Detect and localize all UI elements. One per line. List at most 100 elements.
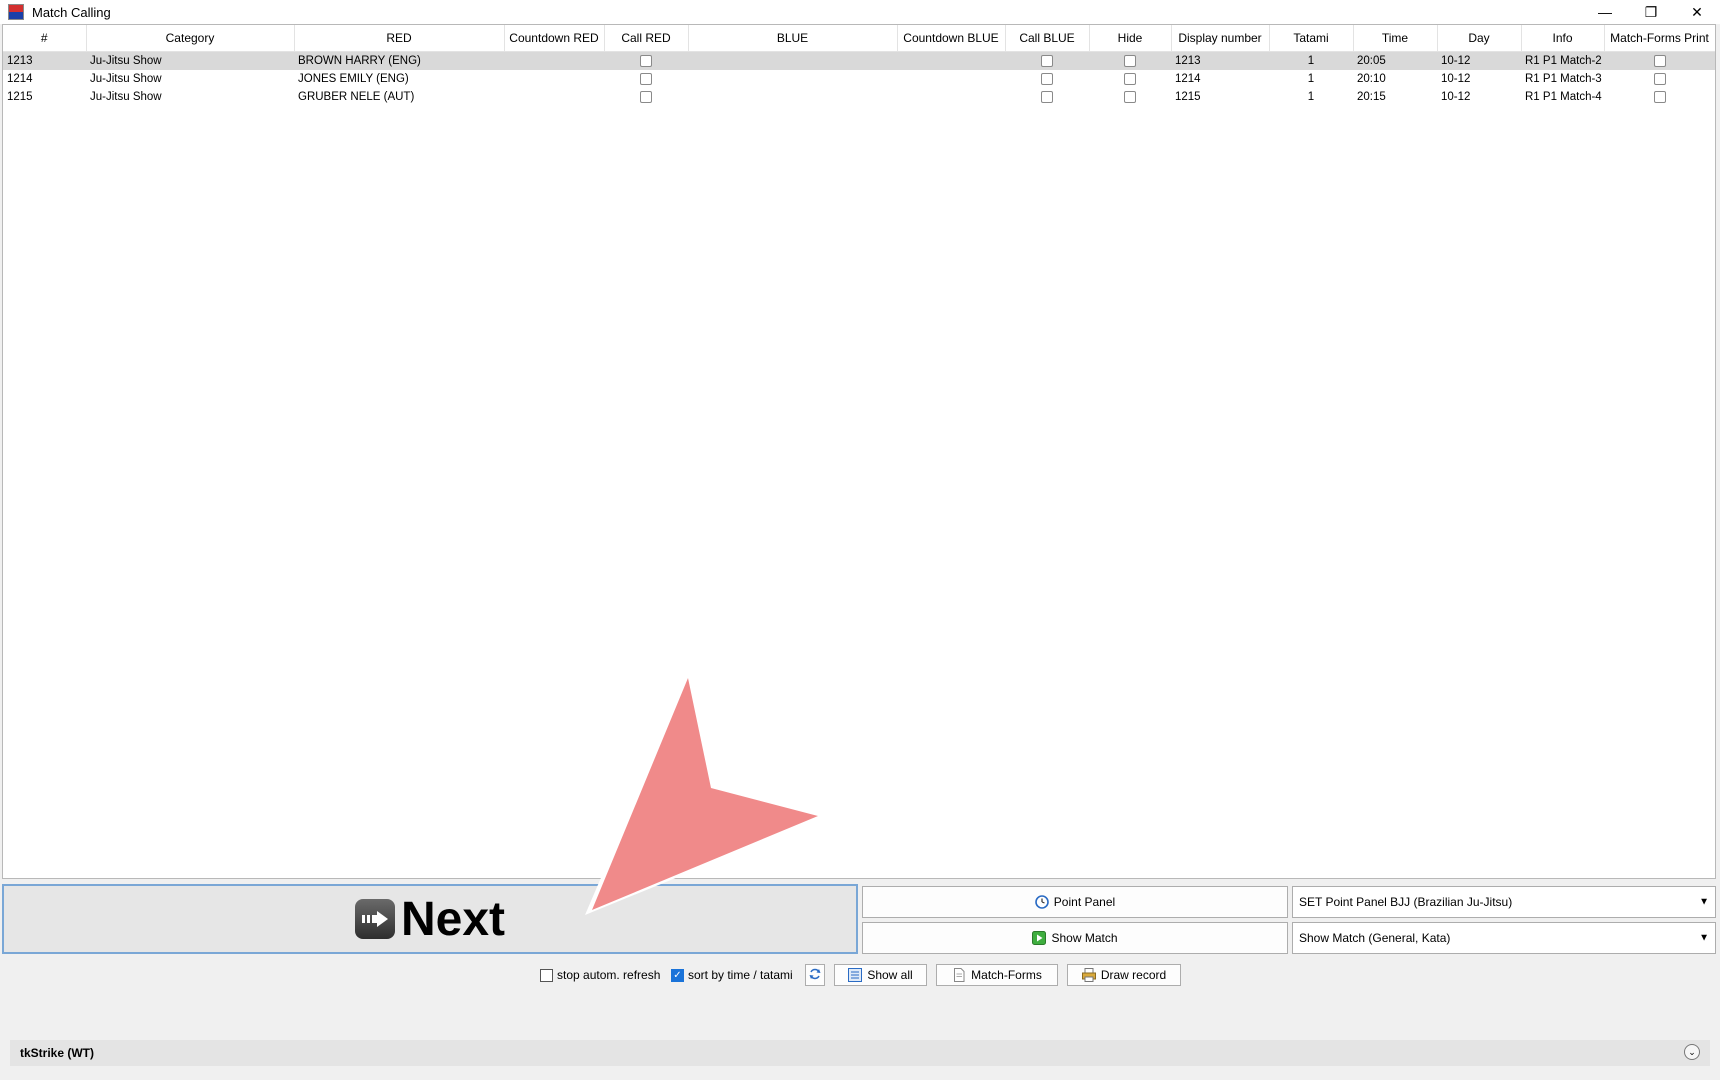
chevron-down-icon: ▼ bbox=[1699, 896, 1709, 908]
call-red-checkbox[interactable] bbox=[640, 72, 652, 85]
stop-refresh-label: stop autom. refresh bbox=[557, 968, 661, 982]
column-header-time[interactable]: Time bbox=[1353, 25, 1438, 52]
call-red-checkbox[interactable] bbox=[640, 90, 652, 103]
table-row[interactable]: 1214 Ju-Jitsu Show JONES EMILY (ENG) 121… bbox=[3, 70, 1715, 88]
match-forms-print-checkbox[interactable] bbox=[1653, 54, 1666, 67]
column-header-number[interactable]: # bbox=[3, 25, 87, 52]
cell-blue bbox=[688, 51, 897, 70]
show-match-button[interactable]: Show Match bbox=[862, 922, 1288, 954]
table-header-row: # Category RED Countdown RED Call RED BL… bbox=[3, 25, 1715, 52]
cell-display-number: 1214 bbox=[1175, 73, 1201, 85]
cell-countdown-red bbox=[504, 51, 604, 70]
column-header-day[interactable]: Day bbox=[1437, 25, 1522, 52]
refresh-icon bbox=[808, 967, 822, 984]
printer-icon bbox=[1081, 968, 1096, 982]
cell-countdown-blue bbox=[897, 88, 1005, 106]
chevron-double-down-icon[interactable]: ⌄ bbox=[1684, 1044, 1700, 1060]
cell-call-red bbox=[604, 51, 688, 70]
sort-option[interactable]: ✓ sort by time / tatami bbox=[671, 964, 793, 986]
cell-call-blue bbox=[1005, 70, 1089, 88]
column-header-info[interactable]: Info bbox=[1521, 25, 1605, 52]
app-icon bbox=[8, 4, 24, 20]
show-all-button[interactable]: Show all bbox=[834, 964, 927, 986]
show-all-label: Show all bbox=[867, 968, 913, 982]
column-header-countdown-red[interactable]: Countdown RED bbox=[504, 25, 605, 52]
match-forms-button[interactable]: Match-Forms bbox=[936, 964, 1058, 986]
point-panel-select[interactable]: SET Point Panel BJJ (Brazilian Ju-Jitsu)… bbox=[1292, 886, 1716, 918]
call-red-checkbox[interactable] bbox=[640, 54, 652, 67]
match-table-container[interactable]: # Category RED Countdown RED Call RED BL… bbox=[2, 24, 1716, 879]
point-panel-select-value: SET Point Panel BJJ (Brazilian Ju-Jitsu) bbox=[1299, 895, 1513, 909]
cell-blue bbox=[688, 88, 897, 106]
hide-checkbox[interactable] bbox=[1124, 72, 1136, 85]
cell-call-red bbox=[604, 70, 688, 88]
play-icon bbox=[1032, 931, 1047, 945]
close-button[interactable]: ✕ bbox=[1674, 0, 1720, 24]
cell-category: Ju-Jitsu Show bbox=[86, 51, 294, 70]
table-row[interactable]: 1213 Ju-Jitsu Show BROWN HARRY (ENG) 121… bbox=[3, 51, 1715, 70]
call-blue-checkbox[interactable] bbox=[1041, 54, 1053, 67]
sort-checkbox[interactable]: ✓ bbox=[671, 968, 684, 982]
column-header-match-forms-print[interactable]: Match-Forms Print bbox=[1604, 25, 1715, 52]
cell-info: R1 P1 Match-2 bbox=[1521, 51, 1604, 70]
stop-refresh-option[interactable]: stop autom. refresh bbox=[540, 964, 660, 986]
match-forms-print-checkbox[interactable] bbox=[1653, 72, 1666, 85]
column-header-tatami[interactable]: Tatami bbox=[1269, 25, 1354, 52]
sort-label: sort by time / tatami bbox=[688, 968, 793, 982]
next-button-label: Next bbox=[400, 892, 506, 946]
table-row[interactable]: 1215 Ju-Jitsu Show GRUBER NELE (AUT) 121… bbox=[3, 88, 1715, 106]
cell-day: 10-12 bbox=[1441, 73, 1471, 85]
point-panel-button[interactable]: Point Panel bbox=[862, 886, 1288, 918]
cell-red: JONES EMILY (ENG) bbox=[298, 73, 409, 85]
restore-button[interactable]: ❐ bbox=[1628, 0, 1674, 24]
call-blue-checkbox[interactable] bbox=[1041, 72, 1053, 85]
cell-number: 1215 bbox=[7, 91, 33, 103]
cell-hide bbox=[1089, 51, 1171, 70]
window-controls: — ❐ ✕ bbox=[1582, 0, 1720, 24]
cell-match-forms-print bbox=[1604, 70, 1715, 88]
cell-call-blue bbox=[1005, 88, 1089, 106]
status-bar: tkStrike (WT) ⌄ bbox=[10, 1040, 1710, 1066]
cell-red: BROWN HARRY (ENG) bbox=[294, 51, 504, 70]
cell-match-forms-print bbox=[1604, 51, 1715, 70]
hide-checkbox[interactable] bbox=[1124, 54, 1136, 67]
column-header-blue[interactable]: BLUE bbox=[688, 25, 898, 52]
cell-countdown-red bbox=[504, 88, 604, 106]
cell-info: R1 P1 Match-4 bbox=[1525, 91, 1602, 103]
draw-record-label: Draw record bbox=[1100, 968, 1167, 982]
cell-time: 20:05 bbox=[1353, 51, 1437, 70]
cell-day: 10-12 bbox=[1437, 51, 1521, 70]
cell-time: 20:15 bbox=[1357, 91, 1386, 103]
cell-category: Ju-Jitsu Show bbox=[90, 73, 162, 85]
draw-record-button[interactable]: Draw record bbox=[1067, 964, 1181, 986]
show-match-select[interactable]: Show Match (General, Kata) ▼ bbox=[1292, 922, 1716, 954]
cell-countdown-blue bbox=[897, 70, 1005, 88]
status-label: tkStrike (WT) bbox=[20, 1046, 95, 1060]
stop-refresh-checkbox[interactable] bbox=[540, 968, 553, 982]
column-header-category[interactable]: Category bbox=[86, 25, 295, 52]
arrow-right-icon bbox=[354, 899, 395, 939]
refresh-button[interactable] bbox=[805, 964, 825, 986]
minimize-button[interactable]: — bbox=[1582, 0, 1628, 24]
next-button[interactable]: Next bbox=[2, 884, 858, 954]
hide-checkbox[interactable] bbox=[1124, 90, 1136, 103]
column-header-red[interactable]: RED bbox=[294, 25, 505, 52]
show-match-label: Show Match bbox=[1051, 931, 1118, 945]
cell-red: GRUBER NELE (AUT) bbox=[298, 91, 415, 103]
cell-hide bbox=[1089, 88, 1171, 106]
point-panel-label: Point Panel bbox=[1053, 895, 1116, 909]
cell-day: 10-12 bbox=[1441, 91, 1471, 103]
column-header-call-red[interactable]: Call RED bbox=[604, 25, 689, 52]
document-icon bbox=[952, 968, 966, 982]
column-header-display-number[interactable]: Display number bbox=[1171, 25, 1270, 52]
column-header-call-blue[interactable]: Call BLUE bbox=[1005, 25, 1090, 52]
cell-display-number: 1215 bbox=[1175, 91, 1201, 103]
title-bar: Match Calling — ❐ ✕ bbox=[0, 0, 1720, 24]
column-header-hide[interactable]: Hide bbox=[1089, 25, 1172, 52]
call-blue-checkbox[interactable] bbox=[1041, 90, 1053, 103]
list-icon bbox=[848, 968, 863, 982]
match-forms-print-checkbox[interactable] bbox=[1653, 90, 1666, 103]
column-header-countdown-blue[interactable]: Countdown BLUE bbox=[897, 25, 1006, 52]
cell-display-number: 1213 bbox=[1171, 51, 1269, 70]
cell-category: Ju-Jitsu Show bbox=[90, 91, 162, 103]
